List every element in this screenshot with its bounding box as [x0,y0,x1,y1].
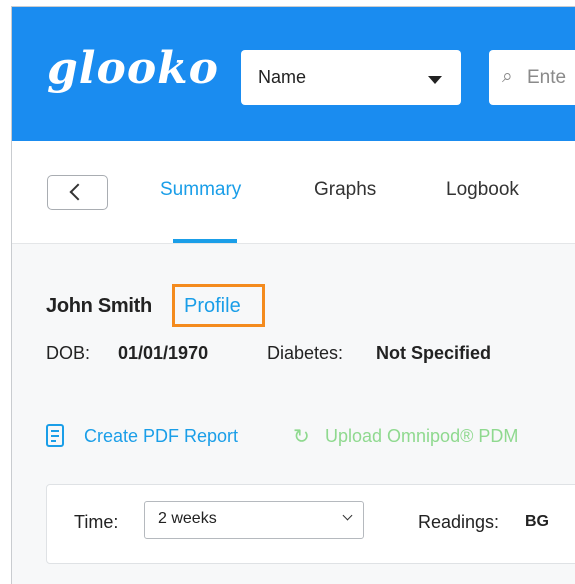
search-placeholder: Ente [527,67,567,88]
top-header: glooko Name ⌕ Ente [12,7,575,141]
dob-value: 01/01/1970 [118,343,209,363]
time-range-value: 2 weeks [158,510,217,527]
tab-graphs[interactable]: Graphs [314,179,376,201]
dob-label: DOB: [46,343,91,363]
time-label: Time: [74,512,119,532]
name-dropdown-label: Name [258,67,307,87]
summary-content: John Smith Profile DOB: 01/01/1970 Diabe… [12,244,575,584]
active-tab-indicator [173,239,237,243]
tab-logbook[interactable]: Logbook [446,179,519,201]
patient-name: John Smith [46,295,152,317]
readings-label: Readings: [418,512,500,532]
name-dropdown[interactable]: Name [241,50,461,105]
chevron-left-icon [69,183,87,201]
filter-panel: Time: 2 weeks Readings: BG [46,484,575,564]
app-window: glooko Name ⌕ Ente Summary Graphs Logboo… [11,6,575,584]
readings-value[interactable]: BG [525,513,549,531]
caret-down-icon [428,76,442,84]
document-icon[interactable] [46,424,64,447]
patient-search-input[interactable]: ⌕ Ente [489,50,575,105]
diabetes-value: Not Specified [376,343,492,363]
time-range-select[interactable]: 2 weeks [144,501,364,539]
create-pdf-report-link[interactable]: Create PDF Report [84,426,238,447]
sync-icon[interactable]: ↻ [293,424,310,449]
glooko-logo: glooko [47,43,220,94]
chevron-down-icon [342,510,353,521]
back-button[interactable] [47,175,108,210]
search-icon: ⌕ [502,66,513,87]
diabetes-label: Diabetes: [267,343,344,363]
tab-bar: Summary Graphs Logbook [12,141,575,244]
upload-omnipod-link[interactable]: Upload Omnipod® PDM [325,426,518,447]
tab-summary[interactable]: Summary [160,179,241,201]
profile-link[interactable]: Profile [184,295,241,318]
